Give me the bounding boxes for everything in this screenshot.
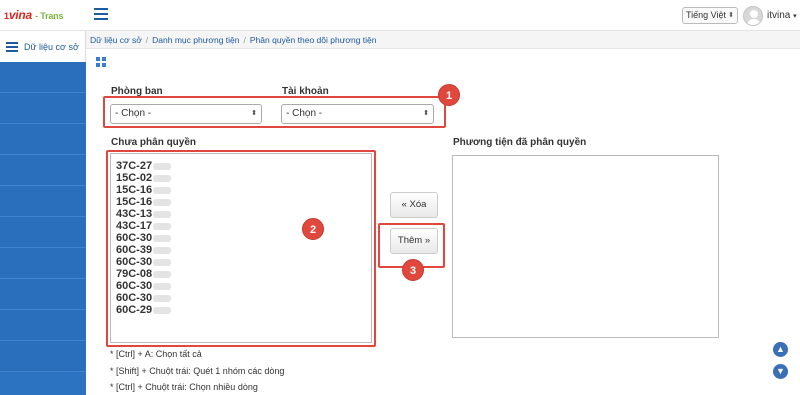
sidebar-item[interactable] [0,62,86,93]
hint-ctrl-select: * [Ctrl] + Chuột trái: Chọn nhiều dòng [110,382,258,392]
breadcrumb-item[interactable]: Dữ liệu cơ sở [90,35,142,45]
sidebar: Dữ liệu cơ sở [0,31,86,395]
remove-button[interactable]: « Xóa [390,192,438,218]
sidebar-item[interactable] [0,310,86,341]
sidebar-item[interactable] [0,217,86,248]
list-icon [6,41,18,52]
sidebar-item[interactable] [0,248,86,279]
annotation-box-2 [106,150,376,347]
brand-name: vina [8,8,33,22]
assigned-label: Phương tiện đã phân quyền [453,137,587,148]
sidebar-item-base-data[interactable]: Dữ liệu cơ sở [0,31,86,62]
sidebar-item[interactable] [0,124,86,155]
sidebar-item[interactable] [0,279,86,310]
breadcrumb-item[interactable]: Danh mục phương tiện [152,35,239,45]
scroll-down-icon[interactable]: ▼ [773,364,788,379]
brand-logo[interactable]: 1vina - Trans [4,8,63,22]
user-menu[interactable]: itvina ▾ [767,10,797,21]
sidebar-item-label: Dữ liệu cơ sở [24,41,79,52]
caret-down-icon: ▾ [793,13,797,20]
assigned-vehicles-list[interactable] [452,155,719,338]
menu-toggle-icon[interactable] [94,8,108,20]
sidebar-item[interactable] [0,186,86,217]
grid-icon [96,57,106,67]
sidebar-item[interactable] [0,93,86,124]
annotation-badge-1: 1 [438,84,460,106]
username-label: itvina [767,10,791,21]
top-bar: 1vina - Trans Tiếng Việt ⬍ itvina ▾ [0,0,800,31]
unassigned-label: Chưa phân quyền [111,137,197,148]
breadcrumb-item-current: Phân quyền theo dõi phương tiện [249,35,377,45]
hint-shift-select: * [Shift] + Chuột trái: Quét 1 nhóm các … [110,366,285,376]
sidebar-item[interactable] [0,341,86,372]
language-select-value: Tiếng Việt [686,10,727,20]
scroll-up-icon[interactable]: ▲ [773,342,788,357]
sidebar-item[interactable] [0,155,86,186]
select-arrows-icon: ⬍ [728,12,734,19]
annotation-badge-2: 2 [302,218,324,240]
annotation-box-1 [103,96,446,128]
hint-select-all: * [Ctrl] + A: Chọn tất cả [110,349,202,359]
user-avatar[interactable] [743,6,763,26]
breadcrumb: Dữ liệu cơ sở / Danh mục phương tiện / Phân … [86,31,800,49]
annotation-badge-3: 3 [402,259,424,281]
brand-suffix: - Trans [35,11,64,21]
language-select[interactable]: Tiếng Việt ⬍ [682,7,738,24]
